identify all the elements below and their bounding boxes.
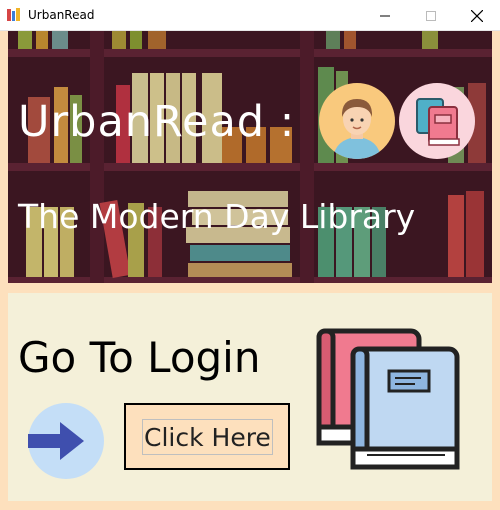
maximize-button[interactable] (408, 0, 454, 31)
arrow-right-icon (28, 403, 104, 479)
books-icon (316, 328, 460, 470)
app-subtitle: The Modern Day Library (18, 197, 416, 236)
library-banner: UrbanRead : The Modern Day Library (8, 31, 492, 283)
books-icon (399, 83, 475, 159)
close-icon (471, 9, 483, 22)
close-button[interactable] (454, 0, 500, 31)
minimize-icon (380, 15, 390, 16)
minimize-button[interactable] (362, 0, 408, 31)
avatar-icon (319, 83, 395, 159)
login-panel: Go To Login Click Here (8, 293, 492, 501)
app-icon (7, 8, 20, 21)
window-title: UrbanRead (28, 8, 95, 22)
click-here-button[interactable]: Click Here (142, 419, 273, 455)
maximize-icon (426, 10, 436, 21)
login-button-container: Click Here (124, 403, 290, 470)
app-headline: UrbanRead : (18, 97, 296, 147)
login-heading: Go To Login (18, 333, 261, 382)
window-content: UrbanRead : The Modern Day Library Go To… (0, 31, 500, 510)
window-titlebar: UrbanRead (0, 0, 500, 31)
bookshelf-background (8, 31, 492, 283)
